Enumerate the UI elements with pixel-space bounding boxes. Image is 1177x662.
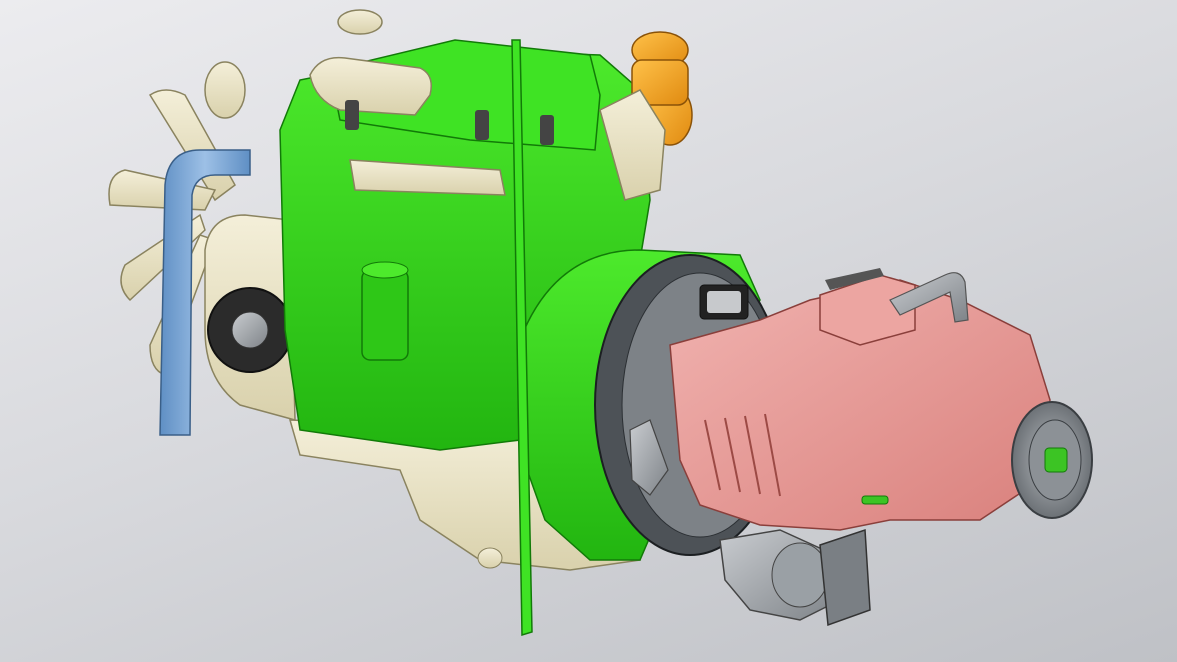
oil-filter xyxy=(361,269,409,361)
cad-viewport[interactable] xyxy=(0,0,1177,662)
engine-assembly-model[interactable] xyxy=(0,0,1177,662)
drain-plug xyxy=(477,547,503,569)
green-fitting xyxy=(861,495,889,505)
pto-plate xyxy=(819,528,871,627)
